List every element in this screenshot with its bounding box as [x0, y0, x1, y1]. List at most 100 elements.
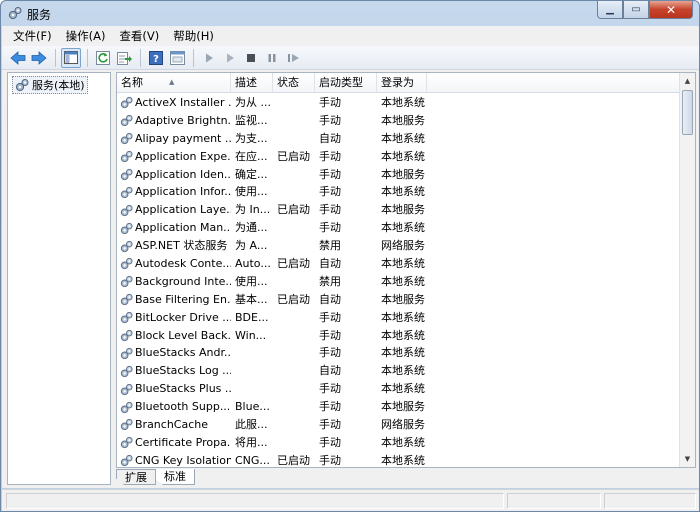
service-description: CNG... [235, 453, 270, 467]
title-bar[interactable]: 服务 ▁ ▭ ✕ [1, 1, 699, 25]
table-row[interactable]: BlueStacks Log ... 自动 本地系统 [117, 362, 680, 380]
service-startup-type: 手动 [319, 346, 341, 360]
service-name-cell: BlueStacks Log ... [117, 362, 231, 380]
properties-button[interactable] [167, 48, 187, 68]
table-row[interactable]: Application Expe... 在应... 已启动 手动 本地系统 [117, 148, 680, 166]
service-name: Background Inte... [135, 274, 231, 288]
column-header-description[interactable]: 描述 [231, 73, 273, 93]
table-row[interactable]: Application Iden... 确定... 手动 本地服务 [117, 166, 680, 184]
scroll-up-button[interactable]: ▲ [680, 73, 695, 89]
table-row[interactable]: Adaptive Brightn... 监视... 手动 本地服务 [117, 112, 680, 130]
status-bar [2, 489, 699, 511]
service-status [273, 416, 315, 434]
list-header: 名称 ▲ 描述 状态 启动类型 登录为 [117, 73, 680, 93]
table-row[interactable]: Block Level Back... Win... 手动 本地系统 [117, 327, 680, 345]
service-log-on-as: 本地系统 [381, 364, 425, 378]
service-name: CNG Key Isolation [135, 453, 231, 467]
table-row[interactable]: Bluetooth Supp... Blue... 手动 本地服务 [117, 398, 680, 416]
service-gear-icon [120, 383, 133, 395]
back-button[interactable] [8, 48, 28, 68]
service-status: 已启动 [277, 453, 310, 467]
service-startup-type: 手动 [319, 167, 341, 181]
minimize-button[interactable]: ▁ [597, 1, 623, 19]
tab-extended[interactable]: 扩展 [116, 469, 156, 485]
table-row[interactable]: BitLocker Drive ... BDE... 手动 本地系统 [117, 309, 680, 327]
service-gear-icon [120, 455, 133, 467]
vertical-scrollbar[interactable]: ▲ ▼ [679, 73, 695, 467]
close-button[interactable]: ✕ [649, 1, 693, 19]
column-label: 启动类型 [319, 76, 363, 89]
service-name-cell: BitLocker Drive ... [117, 309, 231, 327]
restart-service-button[interactable] [283, 48, 303, 68]
pause-service-button[interactable] [262, 48, 282, 68]
service-name-cell: Background Inte... [117, 273, 231, 291]
service-name: Application Man... [135, 221, 231, 235]
table-row[interactable]: Application Man... 为通... 手动 本地系统 [117, 219, 680, 237]
pause-icon [268, 53, 276, 62]
column-header-name[interactable]: 名称 ▲ [117, 73, 231, 93]
service-status: 已启动 [277, 203, 310, 217]
table-row[interactable]: Autodesk Conte... Auto... 已启动 自动 本地系统 [117, 255, 680, 273]
scroll-thumb[interactable] [682, 90, 693, 135]
service-name: Base Filtering En... [135, 292, 231, 306]
maximize-button[interactable]: ▭ [623, 1, 649, 19]
view-tabs: 扩展 标准 [116, 469, 195, 486]
menu-view[interactable]: 查看(V) [112, 28, 166, 44]
tab-label: 扩展 [125, 471, 147, 484]
service-status [273, 130, 315, 148]
start-service-alt-button[interactable] [220, 48, 240, 68]
service-name-cell: ActiveX Installer ... [117, 94, 231, 112]
menu-file[interactable]: 文件(F) [6, 28, 59, 44]
scroll-down-button[interactable]: ▼ [680, 451, 695, 467]
stop-service-button[interactable] [241, 48, 261, 68]
service-gear-icon [120, 276, 133, 288]
table-row[interactable]: CNG Key Isolation CNG... 已启动 手动 本地系统 [117, 452, 680, 470]
column-header-status[interactable]: 状态 [273, 73, 315, 93]
table-row[interactable]: Base Filtering En... 基本... 已启动 自动 本地服务 [117, 291, 680, 309]
service-name-cell: Certificate Propa... [117, 434, 231, 452]
table-row[interactable]: BlueStacks Plus ... 手动 本地系统 [117, 380, 680, 398]
table-row[interactable]: Application Laye... 为 In... 已启动 手动 本地服务 [117, 201, 680, 219]
service-gear-icon [120, 204, 133, 216]
help-button[interactable]: ? [146, 48, 166, 68]
column-header-log-on-as[interactable]: 登录为 [377, 73, 427, 93]
scroll-up-icon: ▲ [684, 77, 691, 85]
close-icon: ✕ [665, 2, 677, 17]
column-label: 名称 [121, 76, 143, 89]
service-gear-icon [120, 240, 133, 252]
export-list-button[interactable] [114, 48, 134, 68]
maximize-icon: ▭ [631, 4, 641, 15]
export-list-icon [116, 51, 132, 65]
forward-button[interactable] [29, 48, 49, 68]
table-row[interactable]: BlueStacks Andr... 手动 本地系统 [117, 344, 680, 362]
table-row[interactable]: Application Infor... 使用... 手动 本地系统 [117, 183, 680, 201]
show-hide-console-tree-button[interactable] [61, 47, 81, 68]
table-row[interactable]: ASP.NET 状态服务为 A... 禁用 网络服务 [117, 237, 680, 255]
service-description: 为支... [235, 131, 268, 145]
menu-help[interactable]: 帮助(H) [166, 28, 221, 44]
service-status [273, 309, 315, 327]
service-startup-type: 自动 [319, 257, 341, 271]
table-row[interactable]: BranchCache 此服... 手动 网络服务 [117, 416, 680, 434]
table-row[interactable]: Alipay payment ... 为支... 自动 本地系统 [117, 130, 680, 148]
menu-action[interactable]: 操作(A) [59, 28, 113, 44]
table-row[interactable]: Certificate Propa... 将用... 手动 本地系统 [117, 434, 680, 452]
sort-up-icon: ▲ [169, 78, 175, 86]
column-label: 登录为 [381, 76, 414, 89]
service-status [273, 112, 315, 130]
service-name-cell: Bluetooth Supp... [117, 398, 231, 416]
help-icon: ? [149, 50, 163, 65]
service-gear-icon [120, 329, 133, 342]
start-service-button[interactable] [199, 48, 219, 68]
refresh-button[interactable] [93, 48, 113, 68]
tab-standard[interactable]: 标准 [155, 469, 195, 485]
service-status [273, 237, 315, 255]
tree-item-services-local[interactable]: 服务(本地) [12, 76, 88, 94]
service-name: Adaptive Brightn... [135, 113, 231, 127]
table-row[interactable]: ActiveX Installer ... 为从 ... 手动 本地系统 [117, 94, 680, 112]
table-row[interactable]: Background Inte... 使用... 禁用 本地系统 [117, 273, 680, 291]
column-header-startup-type[interactable]: 启动类型 [315, 73, 377, 93]
toolbar-separator [193, 48, 194, 67]
service-name: BlueStacks Log ... [135, 364, 231, 378]
service-status [273, 273, 315, 291]
